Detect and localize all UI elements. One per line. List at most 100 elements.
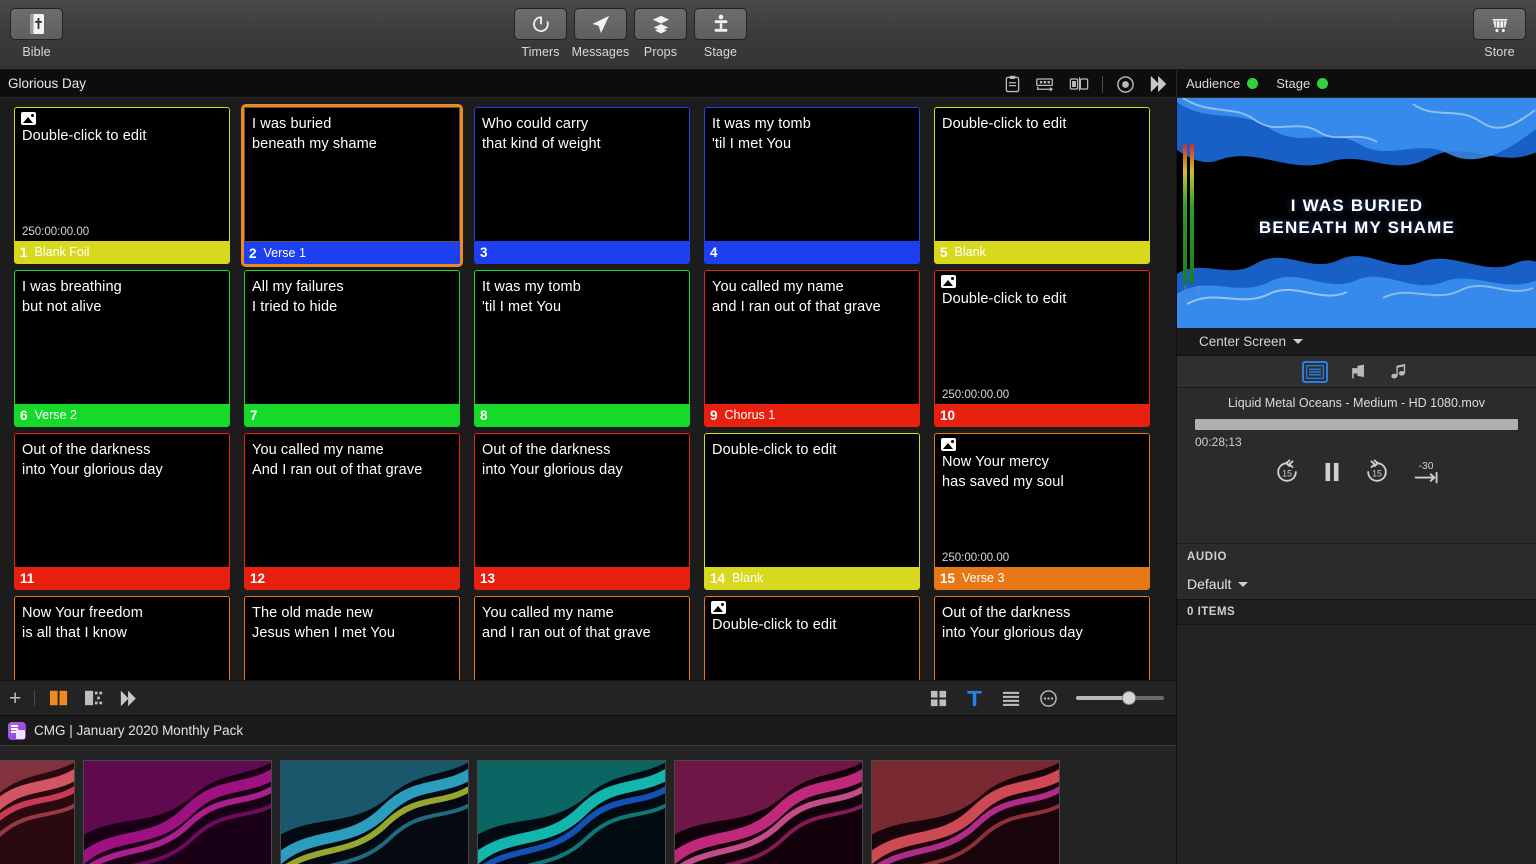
slide-canvas: Double-click to edit [705, 597, 919, 680]
slide-thumbnail[interactable]: Out of the darkness into Your glorious d… [934, 596, 1150, 680]
slide-footer[interactable]: 1 Blank Foil [15, 241, 229, 263]
media-thumbnail[interactable] [83, 760, 272, 864]
clipboard-icon[interactable] [1004, 75, 1021, 93]
slide-footer[interactable]: 11 [15, 567, 229, 589]
bible-button[interactable]: Bible [10, 8, 63, 59]
bible-icon [10, 8, 63, 40]
pause-button[interactable] [1322, 461, 1342, 483]
slide-footer[interactable]: 4 [705, 241, 919, 263]
record-icon[interactable] [1116, 75, 1135, 94]
main-toolbar: Bible Timers Messages Props Stage Store [0, 0, 1536, 70]
slide-footer[interactable]: 7 [245, 404, 459, 426]
messages-button-label: Messages [571, 45, 630, 59]
rewind-15-button[interactable]: 15 [1274, 459, 1300, 485]
slide-size-slider[interactable] [1076, 691, 1164, 705]
media-progress-bar[interactable] [1195, 419, 1518, 430]
slide-thumbnail[interactable]: You called my name and I ran out of that… [474, 596, 690, 680]
props-button-label: Props [643, 45, 678, 59]
slide-number: 13 [480, 570, 496, 586]
slide-text: Double-click to edit [22, 128, 147, 144]
slide-footer[interactable]: 3 [475, 241, 689, 263]
slide-thumbnail[interactable]: Now Your freedom is all that I know16 [14, 596, 230, 680]
slide-text: The old made new Jesus when I met You [252, 605, 396, 641]
page-title: Glorious Day [8, 76, 87, 91]
props-button[interactable]: Props [634, 8, 687, 59]
slide-thumbnail[interactable]: You called my name and I ran out of that… [704, 270, 920, 427]
slide-footer[interactable]: 15 Verse 3 [935, 567, 1149, 589]
next-slide-icon[interactable] [118, 689, 140, 708]
slide-text: All my failures I tried to hide [252, 279, 344, 315]
prop-layer-tab[interactable] [1344, 361, 1370, 383]
slide-grid[interactable]: Double-click to edit 250:00:00.00 1 Blank F… [0, 98, 1176, 680]
media-thumbnail[interactable] [0, 760, 75, 864]
slide-footer[interactable]: 14 Blank [705, 567, 919, 589]
media-bin[interactable] [0, 745, 1176, 864]
media-thumbnail[interactable] [280, 760, 469, 864]
slide-thumbnail[interactable]: The old made new Jesus when I met You17 [244, 596, 460, 680]
slide-thumbnail[interactable]: Out of the darkness into Your glorious d… [14, 433, 230, 590]
slide-layer-tab[interactable] [1301, 360, 1328, 383]
slide-thumbnail[interactable]: Double-click to edit 5 Blank [934, 107, 1150, 264]
slide-thumbnail[interactable]: I was breathing but not alive 6 Verse 2 [14, 270, 230, 427]
slide-footer[interactable]: 5 Blank [935, 241, 1149, 263]
next-slide-icon[interactable] [1148, 74, 1170, 94]
slide-thumbnail[interactable]: All my failures I tried to hide 7 [244, 270, 460, 427]
slide-canvas: Double-click to edit [935, 108, 1149, 241]
slide-footer[interactable]: 10 [935, 404, 1149, 426]
playlist-header[interactable]: CMG | January 2020 Monthly Pack [0, 715, 1176, 745]
forward-15-button[interactable]: 15 [1364, 459, 1390, 485]
grid-view-icon[interactable] [929, 689, 948, 708]
text-view-icon[interactable] [966, 689, 983, 708]
slide-text: It was my tomb 'til I met You [482, 279, 581, 315]
media-thumbnail[interactable] [477, 760, 666, 864]
props-layers-icon [634, 8, 687, 40]
shuffle-icon[interactable] [83, 689, 105, 707]
timers-button[interactable]: Timers [514, 8, 567, 59]
media-thumbnail[interactable] [871, 760, 1060, 864]
slide-footer[interactable]: 8 [475, 404, 689, 426]
slide-thumbnail[interactable]: It was my tomb 'til I met You 4 [704, 107, 920, 264]
slide-group-label: Blank Foil [34, 245, 90, 259]
slide-footer[interactable]: 2 Verse 1 [244, 242, 460, 264]
audio-output-selector[interactable]: Default [1177, 569, 1536, 599]
slide-thumbnail[interactable]: Who could carry that kind of weight 3 [474, 107, 690, 264]
slide-thumbnail[interactable]: Out of the darkness into Your glorious d… [474, 433, 690, 590]
arrangement-icon[interactable] [1034, 75, 1056, 93]
messages-button[interactable]: Messages [571, 8, 630, 59]
add-slide-button[interactable]: + [9, 688, 21, 709]
stage-status[interactable]: Stage [1276, 76, 1329, 91]
audio-items-list[interactable] [1177, 625, 1536, 864]
slide-thumbnail[interactable]: Now Your mercy has saved my soul 250:00:0… [934, 433, 1150, 590]
slide-thumbnail[interactable]: Double-click to edit 250:00:00.00 1 Blank F… [14, 107, 230, 264]
group-color-icon[interactable] [48, 689, 70, 707]
slide-thumbnail[interactable]: Double-click to edit 250:00:00.00 10 [934, 270, 1150, 427]
slide-text: I was buried beneath my shame [252, 116, 377, 152]
jump-minus-30-button[interactable]: -30 [1412, 459, 1440, 485]
slide-thumbnail[interactable]: Double-click to edit 14 Blank [704, 433, 920, 590]
store-button[interactable]: Store [1473, 8, 1526, 59]
list-view-icon[interactable] [1001, 689, 1021, 708]
cart-icon [1473, 8, 1526, 40]
slide-group-label: Blank [954, 245, 986, 259]
audio-layer-tab[interactable] [1386, 361, 1412, 383]
media-thumbnail[interactable] [674, 760, 863, 864]
slide-thumbnail[interactable]: Double-click to edit19 [704, 596, 920, 680]
slider-knob[interactable] [1121, 691, 1136, 705]
screen-selector[interactable]: Center Screen [1177, 328, 1536, 356]
more-options-icon[interactable] [1039, 689, 1058, 708]
slide-canvas: Out of the darkness into Your glorious d… [935, 597, 1149, 680]
slide-thumbnail[interactable]: I was buried beneath my shame 2 Verse 1 [241, 104, 463, 267]
announce-layer-icon [1352, 364, 1364, 379]
slide-footer[interactable]: 6 Verse 2 [15, 404, 229, 426]
stage-button-label: Stage [703, 45, 738, 59]
slide-footer[interactable]: 13 [475, 567, 689, 589]
slide-thumbnail[interactable]: It was my tomb 'til I met You 8 [474, 270, 690, 427]
compare-slides-icon[interactable] [1069, 75, 1089, 93]
audience-preview[interactable]: 1 2 I WAS BURIED BENEATH MY SHAME [1177, 98, 1536, 328]
stage-button[interactable]: Stage [694, 8, 747, 59]
vu-meter-labels: 1 2 [1183, 286, 1205, 293]
slide-thumbnail[interactable]: You called my name And I ran out of that… [244, 433, 460, 590]
slide-footer[interactable]: 9 Chorus 1 [705, 404, 919, 426]
audience-status[interactable]: Audience [1186, 76, 1259, 91]
slide-footer[interactable]: 12 [245, 567, 459, 589]
